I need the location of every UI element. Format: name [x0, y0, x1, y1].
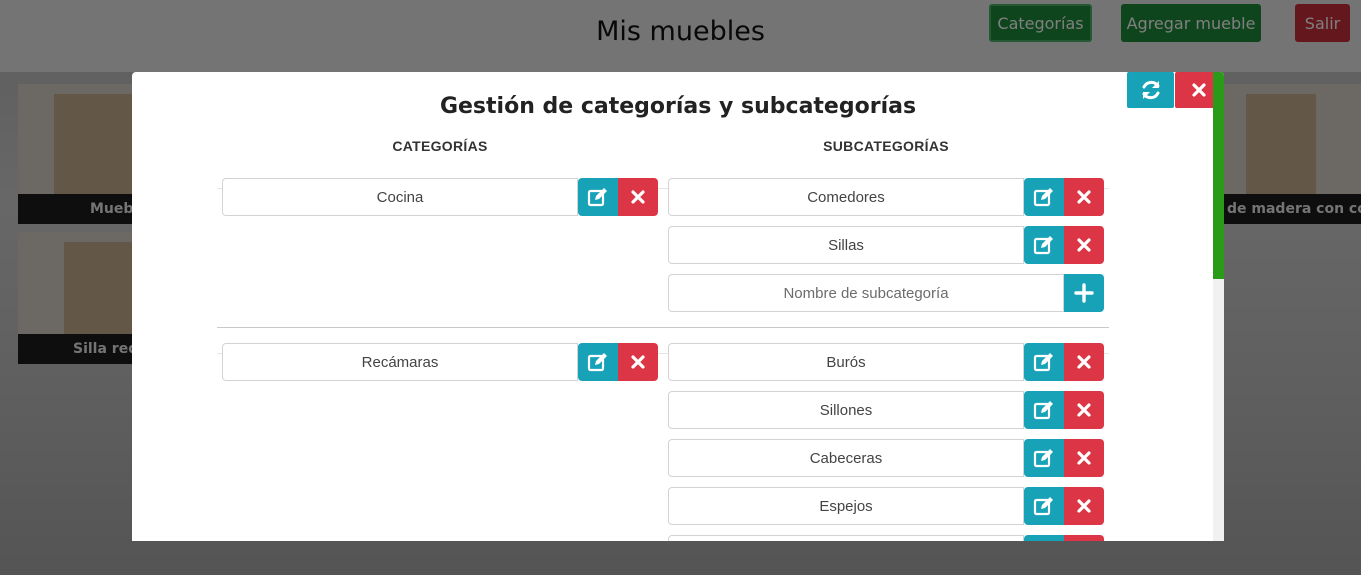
add-subcategory-button[interactable]	[1064, 274, 1104, 312]
edit-subcategory-button[interactable]	[1024, 439, 1064, 477]
edit-subcategory-button[interactable]	[1024, 391, 1064, 429]
subcategories-header: SUBCATEGORÍAS	[823, 138, 949, 154]
x-icon	[1077, 499, 1091, 513]
scrollbar-thumb[interactable]	[1213, 72, 1224, 279]
edit-icon	[1033, 353, 1053, 372]
delete-subcategory-button[interactable]	[1064, 391, 1104, 429]
subcategory-field[interactable]: Cabeceras	[668, 439, 1024, 477]
edit-icon	[587, 353, 607, 372]
subcategory-field[interactable]: Comedores	[668, 178, 1024, 216]
x-icon	[1077, 355, 1091, 369]
group-separator	[217, 327, 1109, 328]
subcategory-field[interactable]: Burós	[668, 343, 1024, 381]
delete-category-button[interactable]	[618, 178, 658, 216]
close-icon	[1191, 83, 1206, 97]
edit-subcategory-button[interactable]	[1024, 535, 1064, 541]
edit-subcategory-button[interactable]	[1024, 487, 1064, 525]
edit-icon	[1033, 497, 1053, 516]
edit-icon	[1033, 401, 1053, 420]
subcategory-name: Comedores	[807, 188, 885, 206]
x-icon	[1077, 451, 1091, 465]
delete-category-button[interactable]	[618, 343, 658, 381]
delete-subcategory-button[interactable]	[1064, 343, 1104, 381]
modal-title: Gestión de categorías y subcategorías	[439, 94, 917, 119]
subcategory-name: Sillas	[828, 236, 864, 254]
delete-subcategory-button[interactable]	[1064, 226, 1104, 264]
edit-category-button[interactable]	[578, 178, 618, 216]
edit-icon	[1033, 236, 1053, 255]
edit-category-button[interactable]	[578, 343, 618, 381]
category-field[interactable]: Cocina	[222, 178, 578, 216]
new-subcategory-input[interactable]	[669, 284, 1063, 302]
edit-subcategory-button[interactable]	[1024, 343, 1064, 381]
new-subcategory-field[interactable]	[668, 274, 1064, 312]
subcategory-field[interactable]: Espejos	[668, 487, 1024, 525]
edit-subcategory-button[interactable]	[1024, 178, 1064, 216]
subcategory-field[interactable]: Sillas	[668, 226, 1024, 264]
subcategory-field[interactable]	[668, 535, 1024, 541]
delete-subcategory-button[interactable]	[1064, 487, 1104, 525]
plus-icon	[1074, 283, 1094, 303]
delete-subcategory-button[interactable]	[1064, 535, 1104, 541]
x-icon	[631, 190, 645, 204]
x-icon	[1077, 238, 1091, 252]
delete-subcategory-button[interactable]	[1064, 178, 1104, 216]
subcategory-name: Cabeceras	[809, 449, 883, 467]
subcategory-name: Sillones	[819, 401, 873, 419]
refresh-button[interactable]	[1127, 72, 1174, 108]
x-icon	[1077, 403, 1091, 417]
subcategory-name: Espejos	[819, 497, 873, 515]
edit-icon	[587, 188, 607, 207]
delete-subcategory-button[interactable]	[1064, 439, 1104, 477]
category-name: Recámaras	[361, 353, 439, 371]
refresh-icon	[1142, 80, 1159, 100]
edit-subcategory-button[interactable]	[1024, 226, 1064, 264]
categories-header: CATEGORÍAS	[392, 138, 488, 154]
x-icon	[1077, 190, 1091, 204]
x-icon	[631, 355, 645, 369]
category-name: Cocina	[376, 188, 424, 206]
categories-modal: Gestión de categorías y subcategorías CA…	[132, 72, 1224, 541]
edit-icon	[1033, 449, 1053, 468]
subcategory-name: Burós	[826, 353, 866, 371]
category-field[interactable]: Recámaras	[222, 343, 578, 381]
edit-icon	[1033, 188, 1053, 207]
subcategory-field[interactable]: Sillones	[668, 391, 1024, 429]
